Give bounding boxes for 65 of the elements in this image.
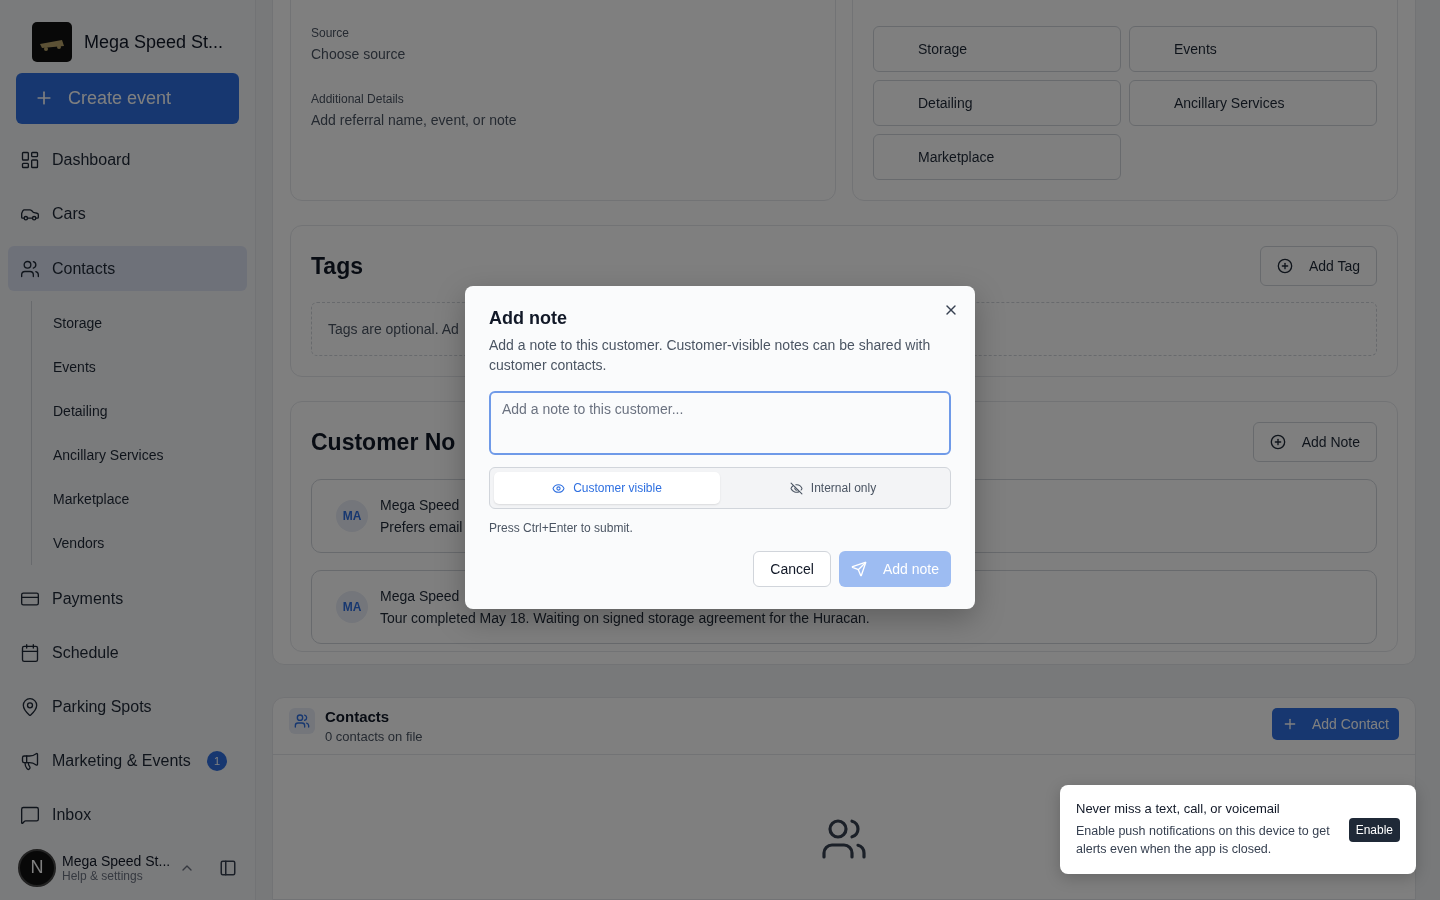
add-tag-button[interactable]: Add Tag <box>1259 246 1377 286</box>
note-author: Mega Speed <box>380 497 461 513</box>
section-title: Customer No <box>311 428 456 456</box>
enable-button[interactable]: Enable <box>1348 817 1400 842</box>
toast-title: Never miss a text, call, or voicemail <box>1076 801 1281 816</box>
field-value[interactable]: Add referral name, event, or note <box>311 112 815 128</box>
sidebar-item[interactable]: Marketing & Events 1 <box>8 739 247 784</box>
dashboard-icon <box>20 150 40 171</box>
map-pin-icon <box>20 697 40 718</box>
users-icon <box>20 258 40 279</box>
sidebar-subitem[interactable]: Detailing <box>32 388 247 433</box>
sidebar-subitem[interactable]: Events <box>32 344 247 389</box>
sidebar-item[interactable]: Payments <box>8 576 247 621</box>
dialog-title: Add note <box>489 308 568 329</box>
add-note-button[interactable]: Add Note <box>1252 422 1377 462</box>
plus-circle-icon <box>1276 258 1293 274</box>
note-author: Mega Speed <box>380 588 461 604</box>
megaphone-icon <box>20 751 40 772</box>
account-name: Mega Speed St... <box>62 852 172 869</box>
field-label: Source <box>311 26 351 40</box>
account-subtitle: Help & settings <box>62 868 144 883</box>
cancel-button[interactable]: Cancel <box>753 551 831 587</box>
eye-off-icon <box>789 481 803 495</box>
count-badge: 1 <box>207 751 227 772</box>
shortcut-hint: Press Ctrl+Enter to submit. <box>489 521 634 535</box>
group-option[interactable]: Marketplace <box>873 134 1121 180</box>
sidebar-subitem[interactable]: Marketplace <box>32 476 247 521</box>
contacts-count: 0 contacts on file <box>325 729 423 744</box>
field-label: Additional Details <box>311 92 405 106</box>
eye-icon <box>552 481 566 495</box>
visibility-option[interactable]: Internal only <box>720 472 946 504</box>
brand-name: Mega Speed St... <box>84 31 224 53</box>
sidebar-item[interactable]: Dashboard <box>8 138 247 183</box>
section-title: Tags <box>311 252 363 280</box>
author-avatar: MA <box>336 591 368 623</box>
send-icon <box>850 561 867 577</box>
calendar-icon <box>20 642 40 663</box>
sidebar-toggle-icon[interactable] <box>219 858 237 877</box>
section-title: Contacts <box>325 708 391 725</box>
sidebar-subitem[interactable]: Vendors <box>32 520 247 565</box>
visibility-option[interactable]: Customer visible <box>494 472 720 504</box>
plus-circle-icon <box>1269 434 1286 450</box>
sidebar-item[interactable]: Cars <box>8 192 247 237</box>
logo-icon <box>32 22 72 63</box>
author-avatar: MA <box>336 500 368 532</box>
sidebar-subitem[interactable]: Storage <box>32 300 247 345</box>
users-icon <box>289 708 315 734</box>
sidebar-item[interactable]: Contacts <box>8 246 247 291</box>
add-contact-button[interactable]: Add Contact <box>1271 708 1399 740</box>
field-value[interactable]: Choose source <box>311 46 815 62</box>
note-field[interactable]: Add a note to this customer... <box>489 391 951 455</box>
note-text: Tour completed May 18. Waiting on signed storage agreement for the Huracan. <box>380 610 870 626</box>
chat-bubble-icon <box>20 805 40 826</box>
sidebar-item[interactable]: Inbox <box>8 793 247 838</box>
group-option[interactable]: Events <box>1129 26 1377 72</box>
account-avatar: N <box>18 848 56 887</box>
sidebar-item[interactable]: Parking Spots <box>8 685 247 730</box>
note-text: Prefers email <box>380 519 463 535</box>
sidebar-item[interactable]: Schedule <box>8 630 247 675</box>
group-option[interactable]: Storage <box>873 26 1121 72</box>
create-event-button[interactable]: Create event <box>16 72 239 125</box>
group-option[interactable]: Ancillary Services <box>1129 80 1377 126</box>
toast-message: Enable push notifications on this device to get alerts even when the app is closed. <box>1076 823 1331 858</box>
sidebar-subitem[interactable]: Ancillary Services <box>32 432 247 477</box>
group-option[interactable]: Detailing <box>873 80 1121 126</box>
